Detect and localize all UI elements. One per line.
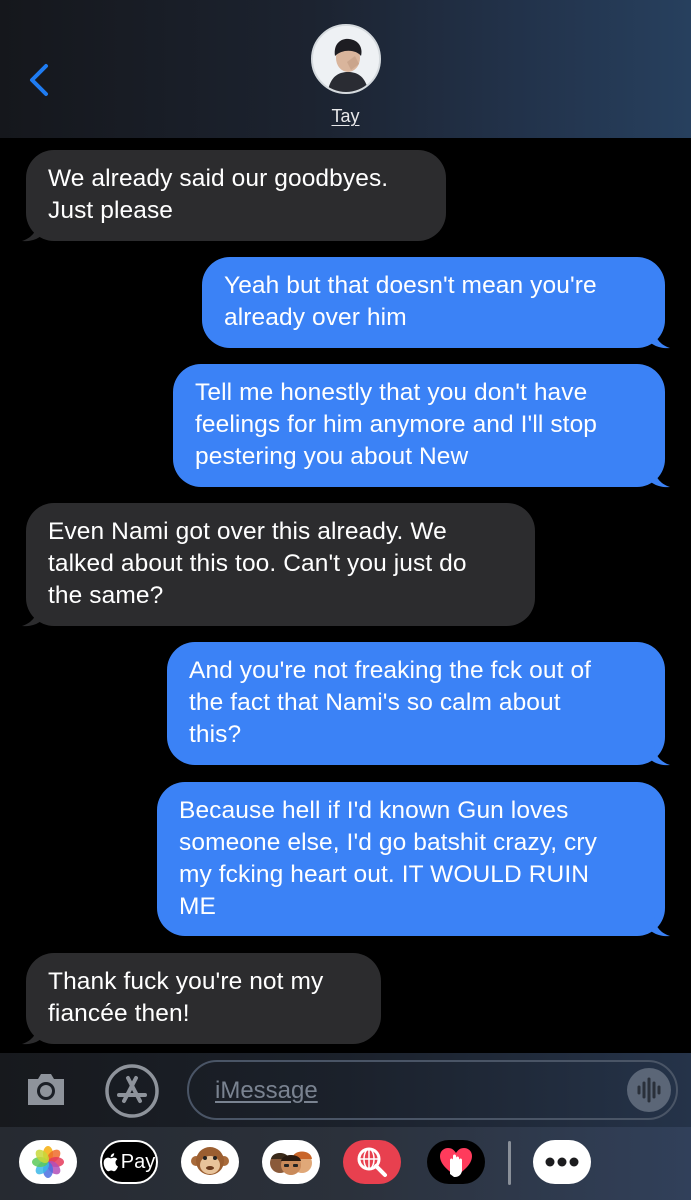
bubble-tail-icon: [646, 744, 670, 766]
photos-app-button[interactable]: [19, 1140, 77, 1184]
bubble-tail-icon: [646, 327, 670, 349]
app-store-button[interactable]: [104, 1063, 160, 1119]
image-search-icon: [357, 1147, 387, 1177]
app-drawer: Pay: [0, 1127, 691, 1200]
conversation-header: Tay: [0, 0, 691, 138]
apple-pay-label: Pay: [120, 1150, 156, 1173]
photos-icon: [32, 1146, 64, 1178]
message-text: Tell me honestly that you don't have fee…: [195, 379, 598, 470]
drawer-divider: [508, 1141, 511, 1185]
bubble-tail-icon: [22, 1023, 46, 1045]
message-input[interactable]: iMessage: [187, 1060, 678, 1120]
incoming-message-bubble[interactable]: Thank fuck you're not my fiancée then!: [26, 953, 381, 1044]
memoji-icon: [270, 1151, 312, 1175]
outgoing-message-bubble[interactable]: Tell me honestly that you don't have fee…: [173, 364, 665, 487]
contact-avatar[interactable]: [311, 24, 381, 94]
voice-message-button[interactable]: [627, 1068, 671, 1112]
bubble-tail-icon: [646, 466, 670, 488]
bubble-tail-icon: [22, 220, 46, 242]
waveform-icon: [637, 1077, 661, 1103]
app-store-icon: [105, 1064, 159, 1118]
outgoing-message-bubble[interactable]: And you're not freaking the fck out of t…: [167, 642, 665, 765]
message-text: Because hell if I'd known Gun loves some…: [179, 797, 598, 920]
chevron-left-icon: [30, 64, 48, 96]
message-input-placeholder: iMessage: [215, 1077, 318, 1104]
bubble-tail-icon: [646, 915, 670, 937]
compose-bar: iMessage: [0, 1053, 691, 1127]
message-text: We already said our goodbyes. Just pleas…: [48, 165, 389, 224]
incoming-message-bubble[interactable]: We already said our goodbyes. Just pleas…: [26, 150, 446, 241]
more-apps-button[interactable]: [533, 1140, 591, 1184]
camera-icon: [28, 1074, 64, 1105]
outgoing-message-bubble[interactable]: Yeah but that doesn't mean you're alread…: [202, 257, 665, 348]
message-text: Even Nami got over this already. We talk…: [48, 518, 467, 609]
camera-button[interactable]: [24, 1069, 68, 1109]
apple-logo-icon: [103, 1153, 118, 1172]
outgoing-message-bubble[interactable]: Because hell if I'd known Gun loves some…: [157, 782, 665, 936]
contact-name[interactable]: Tay: [0, 106, 691, 127]
image-search-app-button[interactable]: [343, 1140, 401, 1184]
person-photo-icon: [313, 26, 379, 92]
message-list: We already said our goodbyes. Just pleas…: [0, 138, 691, 1053]
monkey-animoji-icon: [191, 1147, 229, 1175]
digital-touch-icon: [440, 1148, 472, 1177]
memoji-app-button[interactable]: [262, 1140, 320, 1184]
more-icon: [545, 1157, 579, 1167]
apple-pay-button[interactable]: Pay: [100, 1140, 158, 1184]
message-text: Yeah but that doesn't mean you're alread…: [224, 272, 597, 331]
message-text: And you're not freaking the fck out of t…: [189, 657, 592, 748]
bubble-tail-icon: [22, 605, 46, 627]
digital-touch-app-button[interactable]: [427, 1140, 485, 1184]
incoming-message-bubble[interactable]: Even Nami got over this already. We talk…: [26, 503, 535, 626]
message-text: Thank fuck you're not my fiancée then!: [48, 968, 324, 1027]
animoji-app-button[interactable]: [181, 1140, 239, 1184]
back-button[interactable]: [22, 60, 58, 100]
